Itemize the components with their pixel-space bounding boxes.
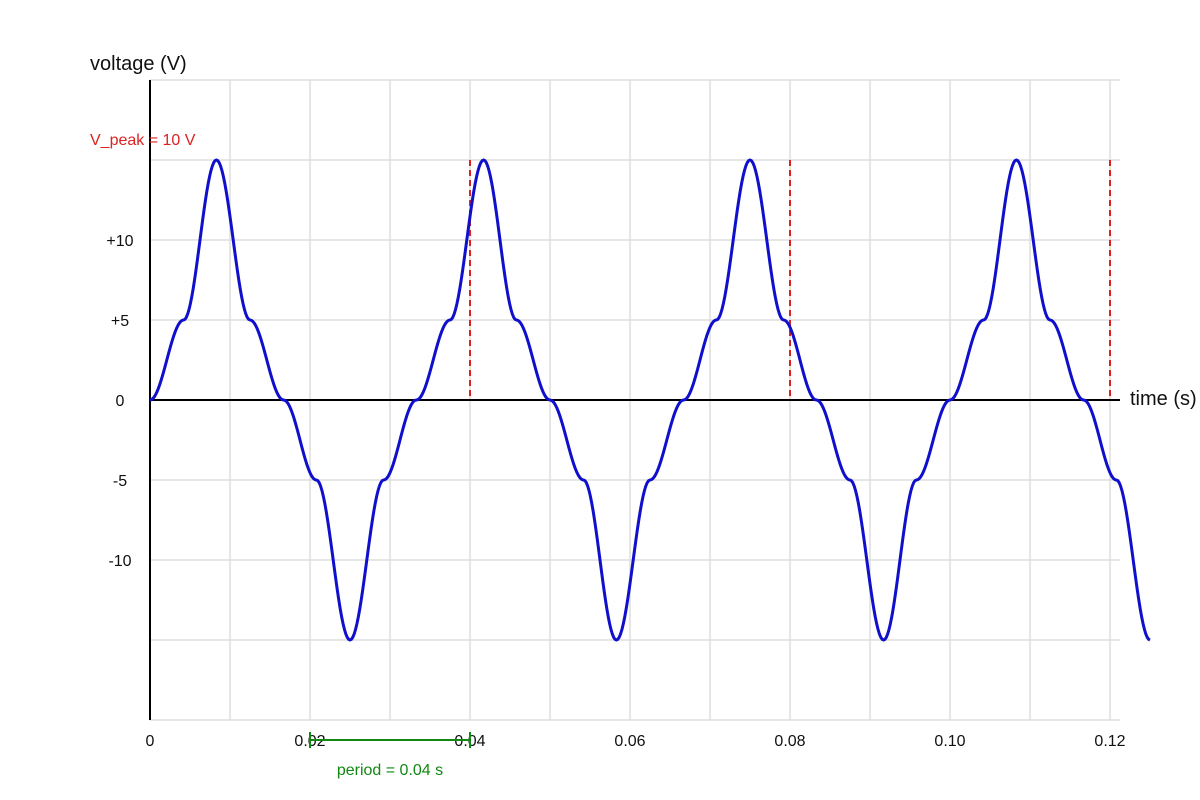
x-tick-label: 0.08: [774, 733, 805, 750]
y-tick-labels: +10 +5 0 -5 -10: [106, 233, 133, 570]
y-tick-label: -5: [113, 473, 127, 490]
y-tick-label: -10: [108, 553, 131, 570]
period-annotation: period = 0.04 s: [309, 732, 471, 779]
period-annotation-label: period = 0.04 s: [337, 762, 443, 779]
y-tick-label: +10: [106, 233, 133, 250]
x-tick-label: 0: [146, 733, 155, 750]
x-tick-label: 0.06: [614, 733, 645, 750]
voltage-time-chart: 0 0.02 0.04 0.06 0.08 0.10 0.12 +10+50-5-10 vo…: [90, 53, 1197, 779]
x-axis-label: time (s): [1130, 388, 1197, 410]
y-axis-label: voltage (V): [90, 53, 187, 75]
peak-annotation-label: V_peak = 10 V: [90, 132, 196, 149]
y-tick-label: 0: [116, 393, 125, 410]
y-tick-label: +5: [111, 313, 129, 330]
x-tick-label: 0.12: [1094, 733, 1125, 750]
x-tick-labels: 0 0.02 0.04 0.06 0.08 0.10 0.12: [146, 733, 1126, 750]
x-tick-label: 0.10: [934, 733, 965, 750]
